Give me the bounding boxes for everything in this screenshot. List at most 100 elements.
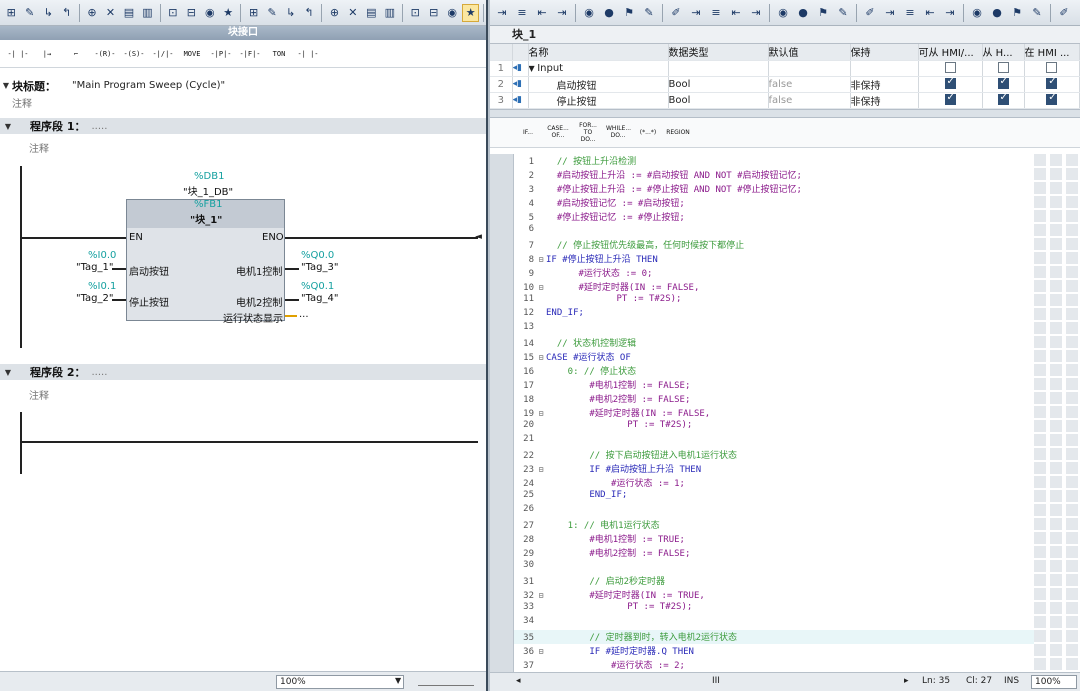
- code-line[interactable]: 19 ⊟ #延时定时器(IN := FALSE,: [514, 406, 1034, 420]
- chevron-down-icon[interactable]: ▼: [395, 676, 401, 685]
- code-line[interactable]: 5 #停止按钮记忆 := #停止按钮;: [514, 210, 1034, 224]
- code-line[interactable]: 2 #启动按钮上升沿 := #启动按钮 AND NOT #启动按钮记忆;: [514, 168, 1034, 182]
- interface-row[interactable]: 3 ◂▮ 停止按钮 Bool false 非保持: [490, 92, 1080, 109]
- indent-icon[interactable]: ⇤: [727, 4, 745, 22]
- var-default[interactable]: false: [768, 76, 851, 93]
- var-retain[interactable]: 非保持: [850, 92, 919, 109]
- monitor-icon[interactable]: ◉: [774, 4, 792, 22]
- favorites-icon[interactable]: ★: [220, 4, 236, 22]
- hmi-access-checkbox[interactable]: [944, 92, 956, 106]
- fold-toggle-icon[interactable]: ⊟: [536, 591, 546, 600]
- var-name[interactable]: 停止按钮: [528, 92, 669, 109]
- open-branch-icon[interactable]: ↳: [282, 4, 298, 22]
- instruction-button[interactable]: |→: [35, 44, 59, 64]
- monitor-icon[interactable]: ◉: [444, 4, 460, 22]
- code-line[interactable]: 18 #电机2控制 := FALSE;: [514, 392, 1034, 406]
- breakpoint-icon[interactable]: ●: [600, 4, 618, 22]
- bookmark-icon[interactable]: ⚑: [1008, 4, 1026, 22]
- code-line[interactable]: 24 #运行状态 := 1;: [514, 476, 1034, 490]
- section-hmi-write-checkbox[interactable]: [997, 62, 1009, 74]
- tag3-name[interactable]: "Tag_3": [301, 262, 339, 273]
- block-title-value[interactable]: "Main Program Sweep (Cycle)": [72, 80, 225, 91]
- add-row-icon[interactable]: ≡: [707, 4, 725, 22]
- col-type[interactable]: 数据类型: [668, 44, 769, 61]
- outdent-icon[interactable]: ⇥: [941, 4, 959, 22]
- delete-icon[interactable]: ✕: [345, 4, 361, 22]
- code-line[interactable]: 37 #运行状态 := 2;: [514, 658, 1034, 672]
- col-name[interactable]: 名称: [528, 44, 669, 61]
- var-default[interactable]: false: [768, 92, 851, 109]
- scl-template-button[interactable]: FOR... TO DO...: [576, 122, 600, 143]
- interface-row[interactable]: 2 ◂▮ 启动按钮 Bool false 非保持: [490, 76, 1080, 93]
- monitor-icon[interactable]: ◉: [968, 4, 986, 22]
- code-line[interactable]: 35 // 定时器到时，转入电机2运行状态: [514, 630, 1034, 644]
- add-row-icon[interactable]: ≡: [513, 4, 531, 22]
- code-line[interactable]: 4 #启动按钮记忆 := #启动按钮;: [514, 196, 1034, 210]
- code-line[interactable]: 30: [514, 560, 1034, 574]
- var-type[interactable]: Bool: [668, 76, 769, 93]
- code-line[interactable]: 21: [514, 434, 1034, 448]
- code-line[interactable]: 6: [514, 224, 1034, 238]
- collapse-triangle-icon[interactable]: ▼: [0, 81, 12, 90]
- code-line[interactable]: 8 ⊟ IF #停止按钮上升沿 THEN: [514, 252, 1034, 266]
- network-2-header[interactable]: ▼ 程序段 2： .....: [0, 364, 486, 380]
- indent-icon[interactable]: ⇤: [921, 4, 939, 22]
- col-default[interactable]: 默认值: [768, 44, 851, 61]
- bookmark-icon[interactable]: ⚑: [814, 4, 832, 22]
- instruction-button[interactable]: MOVE: [180, 44, 204, 64]
- scl-template-button[interactable]: (*...*): [636, 129, 660, 136]
- uncomment-icon[interactable]: ✐: [861, 4, 879, 22]
- code-line[interactable]: 27 1: // 电机1运行状态: [514, 518, 1034, 532]
- col-hmi-visible[interactable]: 在 HMI ...: [1024, 44, 1080, 61]
- var-type[interactable]: Bool: [668, 92, 769, 109]
- code-line[interactable]: 16 0: // 停止状态: [514, 364, 1034, 378]
- scl-template-button[interactable]: REGION: [666, 129, 690, 136]
- collapse-triangle-icon[interactable]: ▼: [2, 122, 14, 131]
- code-line[interactable]: 31 // 启动2秒定时器: [514, 574, 1034, 588]
- instruction-button[interactable]: -|P|-: [209, 44, 233, 64]
- hmi-write-checkbox[interactable]: [997, 92, 1009, 106]
- comment-icon[interactable]: ✎: [834, 4, 852, 22]
- uncomment-icon[interactable]: ✐: [1055, 4, 1073, 22]
- scl-code-editor[interactable]: 1 // 按钮上升沿检测 2 #启动按钮上升沿 := #启动按钮 AND NOT …: [490, 154, 1080, 672]
- scroll-right-icon[interactable]: ▸: [904, 676, 909, 686]
- add-row-icon[interactable]: ≡: [901, 4, 919, 22]
- insert-row-icon[interactable]: ⇥: [493, 4, 511, 22]
- scl-template-button[interactable]: IF...: [516, 129, 540, 136]
- instruction-button[interactable]: -| |-: [296, 44, 320, 64]
- symbol-icon[interactable]: ⊟: [183, 4, 199, 22]
- collapse-icon[interactable]: ▥: [382, 4, 398, 22]
- outdent-icon[interactable]: ⇥: [747, 4, 765, 22]
- hmi-access-checkbox[interactable]: [944, 76, 956, 90]
- code-line[interactable]: 11 PT := T#2S);: [514, 294, 1034, 308]
- code-line[interactable]: 10 ⊟ #延时定时器(IN := FALSE,: [514, 280, 1034, 294]
- code-line[interactable]: 36 ⊟ IF #延时定时器.Q THEN: [514, 644, 1034, 658]
- insert-row-icon[interactable]: ⇥: [687, 4, 705, 22]
- code-line[interactable]: 20 PT := T#2S);: [514, 420, 1034, 434]
- code-line[interactable]: 15 ⊟ CASE #运行状态 OF: [514, 350, 1034, 364]
- code-line[interactable]: 12 END_IF;: [514, 308, 1034, 322]
- tag1-name[interactable]: "Tag_1": [76, 262, 114, 273]
- hmi-visible-checkbox[interactable]: [1046, 76, 1058, 90]
- network-1-header[interactable]: ▼ 程序段 1： .....: [0, 118, 486, 134]
- indent-icon[interactable]: ⇤: [533, 4, 551, 22]
- scroll-left-icon[interactable]: ◂: [516, 676, 521, 686]
- code-line[interactable]: 23 ⊟ IF #启动按钮上升沿 THEN: [514, 462, 1034, 476]
- zoom-slider[interactable]: [418, 676, 474, 686]
- network-2-comment[interactable]: 注释: [29, 387, 49, 402]
- var-retain[interactable]: 非保持: [850, 76, 919, 93]
- col-hmi-write[interactable]: 从 H...: [982, 44, 1025, 61]
- fold-toggle-icon[interactable]: ⊟: [536, 255, 546, 264]
- expand-icon[interactable]: ▤: [121, 4, 137, 22]
- section-hmi-visible-checkbox[interactable]: [1046, 62, 1058, 74]
- code-line[interactable]: 29 #电机2控制 := FALSE;: [514, 546, 1034, 560]
- code-line[interactable]: 1 // 按钮上升沿检测: [514, 154, 1034, 168]
- symbol-icon[interactable]: ⊟: [425, 4, 441, 22]
- code-line[interactable]: 22 // 按下启动按钮进入电机1运行状态: [514, 448, 1034, 462]
- comment-icon[interactable]: ✎: [21, 4, 37, 22]
- favorites-icon[interactable]: ★: [462, 3, 480, 22]
- network-1-comment[interactable]: 注释: [29, 140, 49, 155]
- monitor-icon[interactable]: ◉: [580, 4, 598, 22]
- instruction-button[interactable]: TON: [267, 44, 291, 64]
- collapse-triangle-icon[interactable]: ▼: [2, 368, 14, 377]
